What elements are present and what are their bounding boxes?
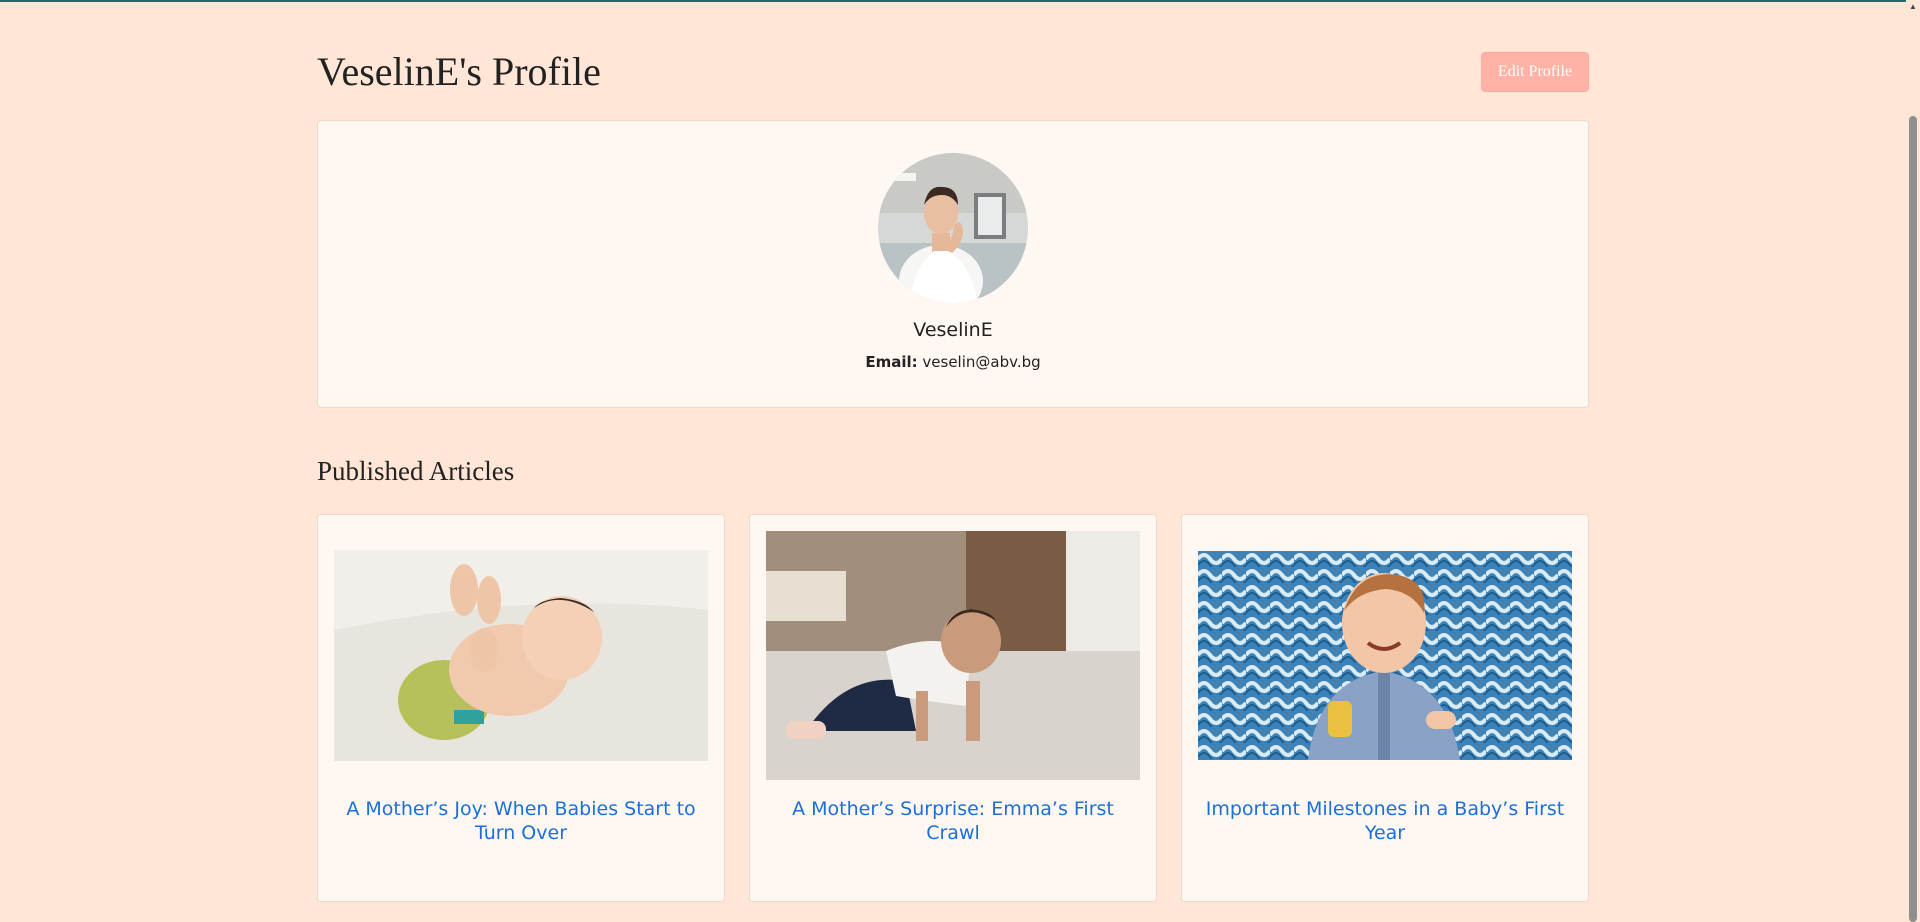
article-image[interactable]: [1198, 551, 1572, 760]
baby-turning-over-image: [334, 550, 708, 761]
email-value: veselin@abv.bg: [922, 353, 1041, 371]
article-image[interactable]: [334, 550, 708, 761]
profile-page: VeselinE's Profile Edit Profile VeselinE…: [317, 0, 1589, 902]
article-title-link[interactable]: A Mother’s Joy: When Babies Start to Tur…: [338, 797, 704, 845]
published-articles-heading: Published Articles: [317, 456, 515, 486]
profile-email: Email: veselin@abv.bg: [318, 353, 1588, 371]
page-title: VeselinE's Profile: [317, 49, 601, 94]
article-title-link[interactable]: Important Milestones in a Baby’s First Y…: [1202, 797, 1568, 845]
scrollbar-thumb[interactable]: [1909, 116, 1917, 922]
edit-profile-button[interactable]: Edit Profile: [1481, 52, 1589, 92]
profile-card: VeselinE Email: veselin@abv.bg: [317, 120, 1589, 408]
profile-username: VeselinE: [913, 319, 993, 341]
avatar: [878, 153, 1028, 303]
article-title-link[interactable]: A Mother’s Surprise: Emma’s First Crawl: [770, 797, 1136, 845]
article-image[interactable]: [766, 531, 1140, 780]
article-card[interactable]: Important Milestones in a Baby’s First Y…: [1181, 514, 1589, 902]
avatar-image: [878, 153, 1028, 303]
profile-header: VeselinE's Profile Edit Profile: [317, 0, 1589, 120]
baby-crawling-image: [766, 531, 1140, 780]
smiling-toddler-image: [1198, 551, 1572, 760]
scroll-up-arrow-icon[interactable]: ▲: [1908, 2, 1918, 12]
email-label: Email:: [865, 353, 918, 371]
article-card[interactable]: A Mother’s Surprise: Emma’s First Crawl: [749, 514, 1157, 902]
article-card[interactable]: A Mother’s Joy: When Babies Start to Tur…: [317, 514, 725, 902]
vertical-scrollbar[interactable]: ▲: [1906, 0, 1920, 922]
